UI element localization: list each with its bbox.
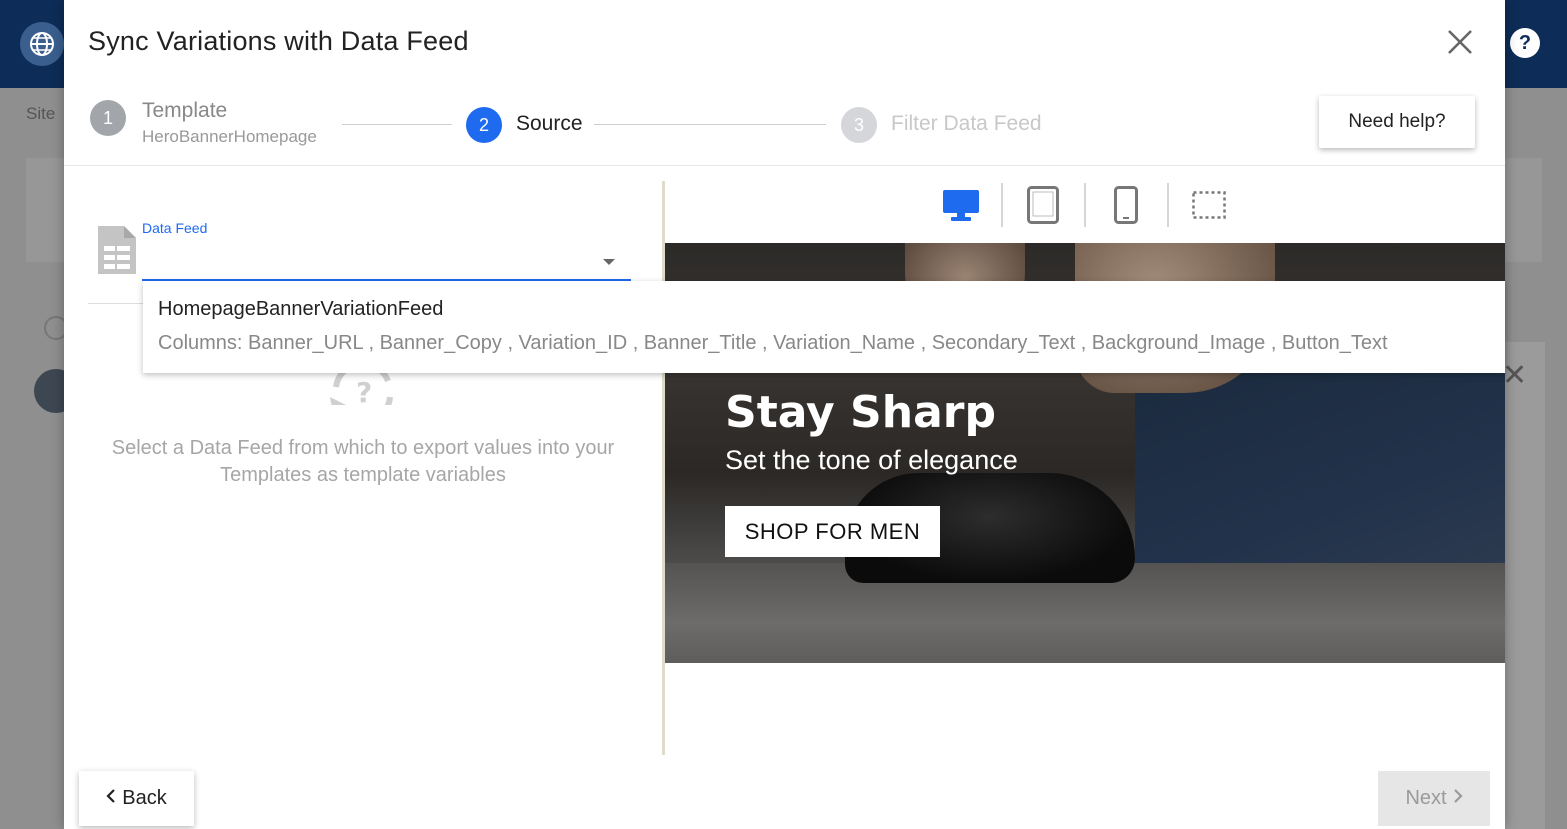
banner-cta-button[interactable]: SHOP FOR MEN [725, 506, 940, 557]
separator [1167, 183, 1169, 227]
custom-size-icon[interactable] [1189, 183, 1229, 227]
step-label: Filter Data Feed [891, 112, 1042, 135]
step-template[interactable]: 1 [90, 100, 126, 136]
step-number: 3 [841, 107, 877, 143]
step-connector [594, 124, 826, 125]
divider [88, 303, 144, 304]
empty-state-message: Select a Data Feed from which to export … [111, 437, 615, 486]
step-label: Template [142, 99, 228, 122]
breadcrumb: Site [26, 104, 56, 123]
back-button[interactable]: Back [79, 771, 194, 826]
option-name: HomepageBannerVariationFeed [158, 298, 444, 320]
source-panel: Data Feed ? Select a Data Feed from whic… [64, 167, 662, 755]
banner-image-jeans [1135, 363, 1505, 583]
document-icon [96, 224, 138, 276]
close-icon: ✕ [1502, 359, 1528, 392]
mobile-icon[interactable] [1106, 183, 1146, 227]
banner-subtitle: Set the tone of elegance [725, 445, 1018, 475]
device-toolbar [665, 167, 1505, 243]
step-label: Source [516, 112, 583, 135]
close-icon[interactable] [1444, 26, 1476, 58]
globe-icon[interactable] [20, 22, 64, 66]
modal-title: Sync Variations with Data Feed [88, 26, 469, 56]
step-source[interactable]: 2 [466, 107, 502, 143]
option-columns: Columns: Banner_URL , Banner_Copy , Vari… [158, 332, 1388, 354]
step-number: 1 [90, 100, 126, 136]
tablet-icon[interactable] [1023, 183, 1063, 227]
step-sublabel: HeroBannerHomepage [142, 127, 317, 146]
modal-footer: Back Next [64, 755, 1505, 829]
back-label: Back [122, 787, 167, 809]
next-label: Next [1405, 787, 1447, 809]
chevron-right-icon [1453, 787, 1463, 810]
data-feed-select[interactable] [142, 253, 631, 281]
sync-variations-modal: Sync Variations with Data Feed 1 Templat… [64, 0, 1505, 829]
desktop-icon[interactable] [941, 183, 981, 227]
preview-panel: Stay Sharp Set the tone of elegance SHOP… [665, 167, 1505, 755]
help-icon[interactable]: ? [1510, 28, 1540, 58]
step-filter-data-feed: 3 [841, 107, 877, 143]
banner-title: Stay Sharp [725, 387, 996, 438]
step-connector [342, 124, 452, 125]
next-button[interactable]: Next [1378, 771, 1490, 826]
svg-text:?: ? [356, 376, 372, 405]
data-feed-label: Data Feed [142, 220, 208, 236]
background-side-panel [1505, 342, 1545, 829]
modal-header: Sync Variations with Data Feed 1 Templat… [64, 0, 1505, 166]
caret-down-icon [603, 259, 615, 265]
chevron-left-icon [106, 787, 116, 810]
need-help-button[interactable]: Need help? [1319, 96, 1475, 148]
separator [1001, 183, 1003, 227]
step-template-text: Template HeroBannerHomepage [142, 99, 317, 147]
step-number: 2 [466, 107, 502, 143]
data-feed-dropdown-option[interactable]: HomepageBannerVariationFeed Columns: Ban… [143, 281, 1505, 373]
separator [1084, 183, 1086, 227]
